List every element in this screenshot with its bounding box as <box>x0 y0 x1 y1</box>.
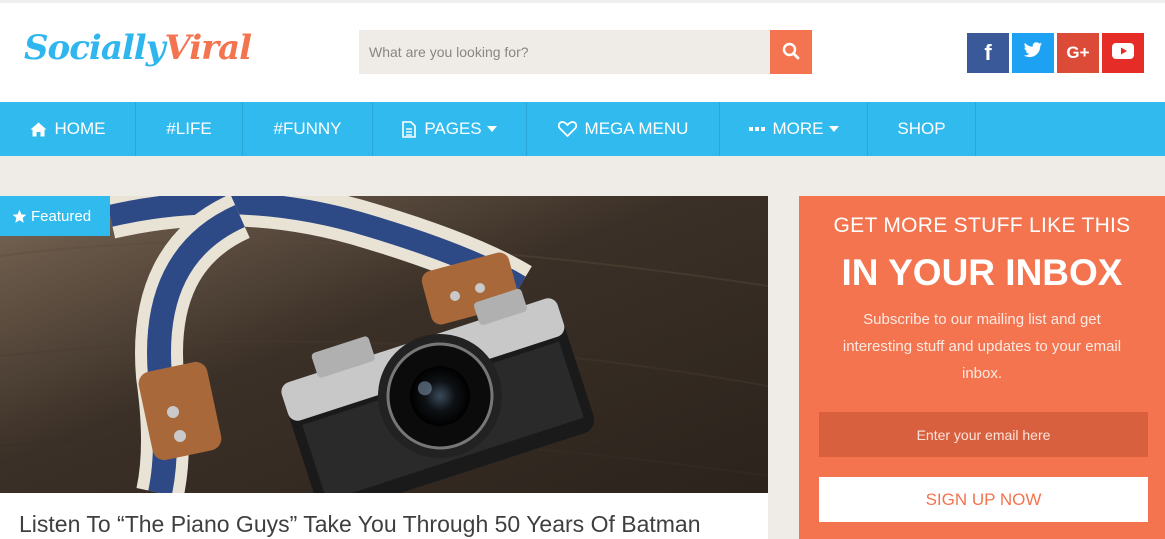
heart-icon <box>557 121 577 137</box>
nav-item-life[interactable]: #LIFE <box>136 102 243 156</box>
caret-down-icon <box>828 126 839 132</box>
nav-label: SHOP <box>897 119 946 138</box>
search-icon <box>782 42 800 63</box>
facebook-icon: f <box>984 40 992 65</box>
camera-photo <box>0 196 768 493</box>
subscribe-title: IN YOUR INBOX <box>841 252 1123 293</box>
subscribe-description: Subscribe to our mailing list and get in… <box>842 311 1122 382</box>
nav-label: #FUNNY <box>273 119 342 138</box>
nav-label: PAGES <box>424 119 482 138</box>
search-input[interactable] <box>359 30 770 74</box>
nav-item-pages[interactable]: PAGES <box>373 102 527 156</box>
post-title[interactable]: Listen To “The Piano Guys” Take You Thro… <box>19 511 759 538</box>
site-header: SociallyViral f G+ <box>0 0 1165 102</box>
search-bar <box>359 30 812 74</box>
main-nav: HOME #LIFE #FUNNY PAGES MEGA MENU MORE S… <box>0 102 1165 156</box>
twitter-button[interactable] <box>1012 33 1054 73</box>
youtube-button[interactable] <box>1102 33 1144 73</box>
nav-item-more[interactable]: MORE <box>720 102 868 156</box>
featured-image[interactable]: Featured <box>0 196 768 493</box>
featured-post: Featured Listen To “The Piano Guys” Take… <box>0 196 768 539</box>
site-logo[interactable]: SociallyViral <box>24 25 252 71</box>
email-field[interactable] <box>819 412 1148 457</box>
twitter-icon <box>1023 42 1043 64</box>
logo-part-viral: Viral <box>164 28 252 68</box>
nav-item-home[interactable]: HOME <box>0 102 136 156</box>
google-plus-button[interactable]: G+ <box>1057 33 1099 73</box>
logo-part-socially: Socially <box>24 28 165 68</box>
signup-button[interactable]: SIGN UP NOW <box>819 477 1148 522</box>
nav-item-funny[interactable]: #FUNNY <box>243 102 373 156</box>
nav-label: HOME <box>54 119 106 138</box>
caret-down-icon <box>486 126 497 132</box>
star-icon <box>12 209 27 224</box>
nav-label: MEGA MENU <box>584 119 689 138</box>
facebook-button[interactable]: f <box>967 33 1009 73</box>
subscribe-widget: GET MORE STUFF LIKE THIS IN YOUR INBOX S… <box>799 196 1165 539</box>
nav-label: MORE <box>772 119 824 138</box>
nav-item-shop[interactable]: SHOP <box>868 102 976 156</box>
search-button[interactable] <box>770 30 812 74</box>
featured-badge-label: Featured <box>31 207 92 225</box>
dots-icon <box>748 126 765 132</box>
nav-label: #LIFE <box>166 119 212 138</box>
youtube-icon <box>1112 42 1134 64</box>
document-icon <box>402 120 417 138</box>
google-plus-icon: G+ <box>1066 43 1090 62</box>
featured-badge: Featured <box>0 196 110 236</box>
nav-item-mega-menu[interactable]: MEGA MENU <box>527 102 720 156</box>
subscribe-heading: GET MORE STUFF LIKE THIS <box>833 214 1131 237</box>
home-icon <box>30 122 47 137</box>
